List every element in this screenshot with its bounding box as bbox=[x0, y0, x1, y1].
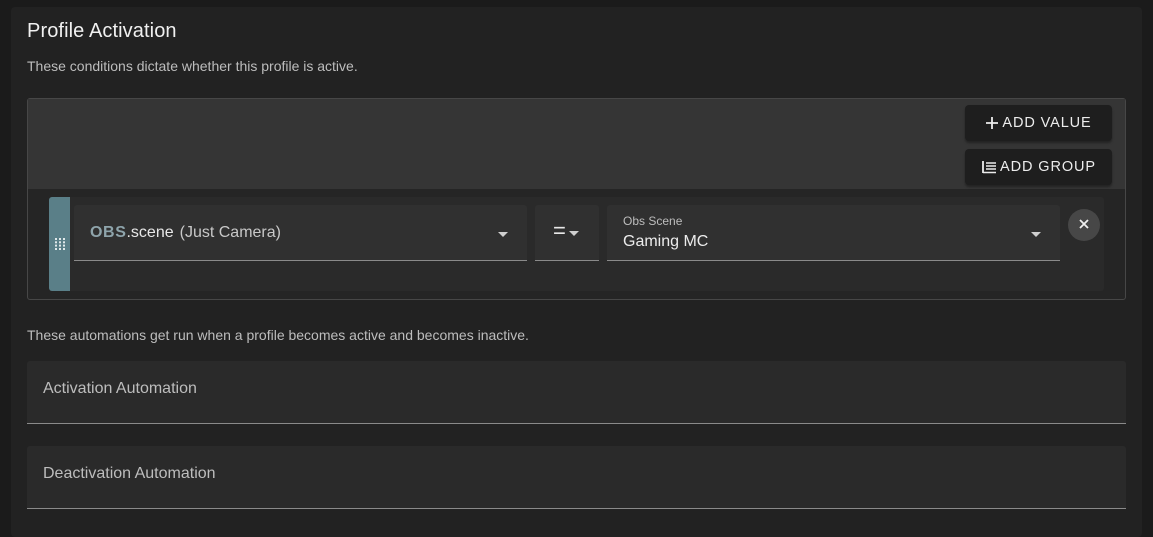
variable-name: .scene bbox=[126, 224, 174, 241]
operator-value: = bbox=[553, 218, 566, 243]
variable-select-value: OBS.scene (Just Camera) bbox=[90, 224, 281, 242]
variable-select[interactable]: OBS.scene (Just Camera) bbox=[74, 205, 527, 261]
deactivation-automation-label: Deactivation Automation bbox=[43, 465, 216, 482]
drag-handle-icon[interactable] bbox=[49, 197, 70, 291]
condition-row: OBS.scene (Just Camera) = Obs Scene Gamin… bbox=[49, 197, 1104, 291]
conditions-description: These conditions dictate whether this pr… bbox=[27, 58, 358, 74]
page-title: Profile Activation bbox=[27, 20, 177, 42]
variable-prefix: OBS bbox=[90, 224, 127, 241]
caret-down-icon bbox=[498, 232, 508, 237]
remove-condition-button[interactable] bbox=[1068, 209, 1100, 241]
automations-description: These automations get run when a profile… bbox=[27, 327, 529, 343]
obs-scene-select[interactable]: Obs Scene Gaming MC bbox=[607, 205, 1060, 261]
conditions-group: ADD VALUE ADD GROUP OBS.scene (Just Came… bbox=[27, 98, 1126, 300]
add-group-label: ADD GROUP bbox=[1000, 159, 1096, 175]
activation-automation-label: Activation Automation bbox=[43, 380, 197, 397]
operator-select[interactable]: = bbox=[535, 205, 599, 261]
deactivation-automation-field[interactable]: Deactivation Automation bbox=[27, 446, 1126, 509]
close-icon bbox=[1079, 216, 1089, 234]
add-group-button[interactable]: ADD GROUP bbox=[965, 149, 1112, 185]
add-value-button[interactable]: ADD VALUE bbox=[965, 105, 1112, 141]
profile-activation-panel: Profile Activation These conditions dict… bbox=[11, 7, 1142, 537]
conditions-group-header: ADD VALUE ADD GROUP bbox=[28, 99, 1125, 189]
variable-detail: (Just Camera) bbox=[179, 224, 281, 241]
caret-down-icon bbox=[1031, 232, 1041, 237]
add-value-label: ADD VALUE bbox=[1002, 115, 1092, 131]
activation-automation-field[interactable]: Activation Automation bbox=[27, 361, 1126, 424]
obs-scene-label: Obs Scene bbox=[623, 214, 683, 228]
obs-scene-value: Gaming MC bbox=[623, 233, 709, 250]
add-group-icon bbox=[981, 160, 997, 174]
plus-icon bbox=[985, 116, 999, 130]
caret-down-icon bbox=[569, 231, 579, 236]
